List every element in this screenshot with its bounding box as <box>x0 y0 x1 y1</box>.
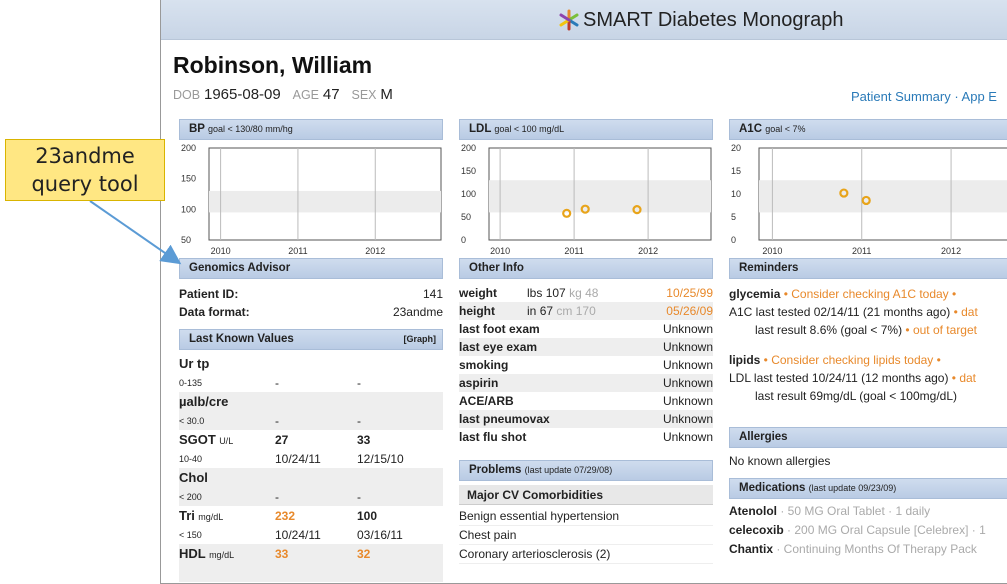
callout-box: 23andme query tool <box>5 139 165 201</box>
callout-line-2: query tool <box>31 172 139 196</box>
screenshot: SMART Diabetes Monograph Robinson, Willi… <box>0 0 1007 584</box>
callout-line-1: 23andme <box>35 144 135 168</box>
callout-arrow <box>89 200 182 265</box>
